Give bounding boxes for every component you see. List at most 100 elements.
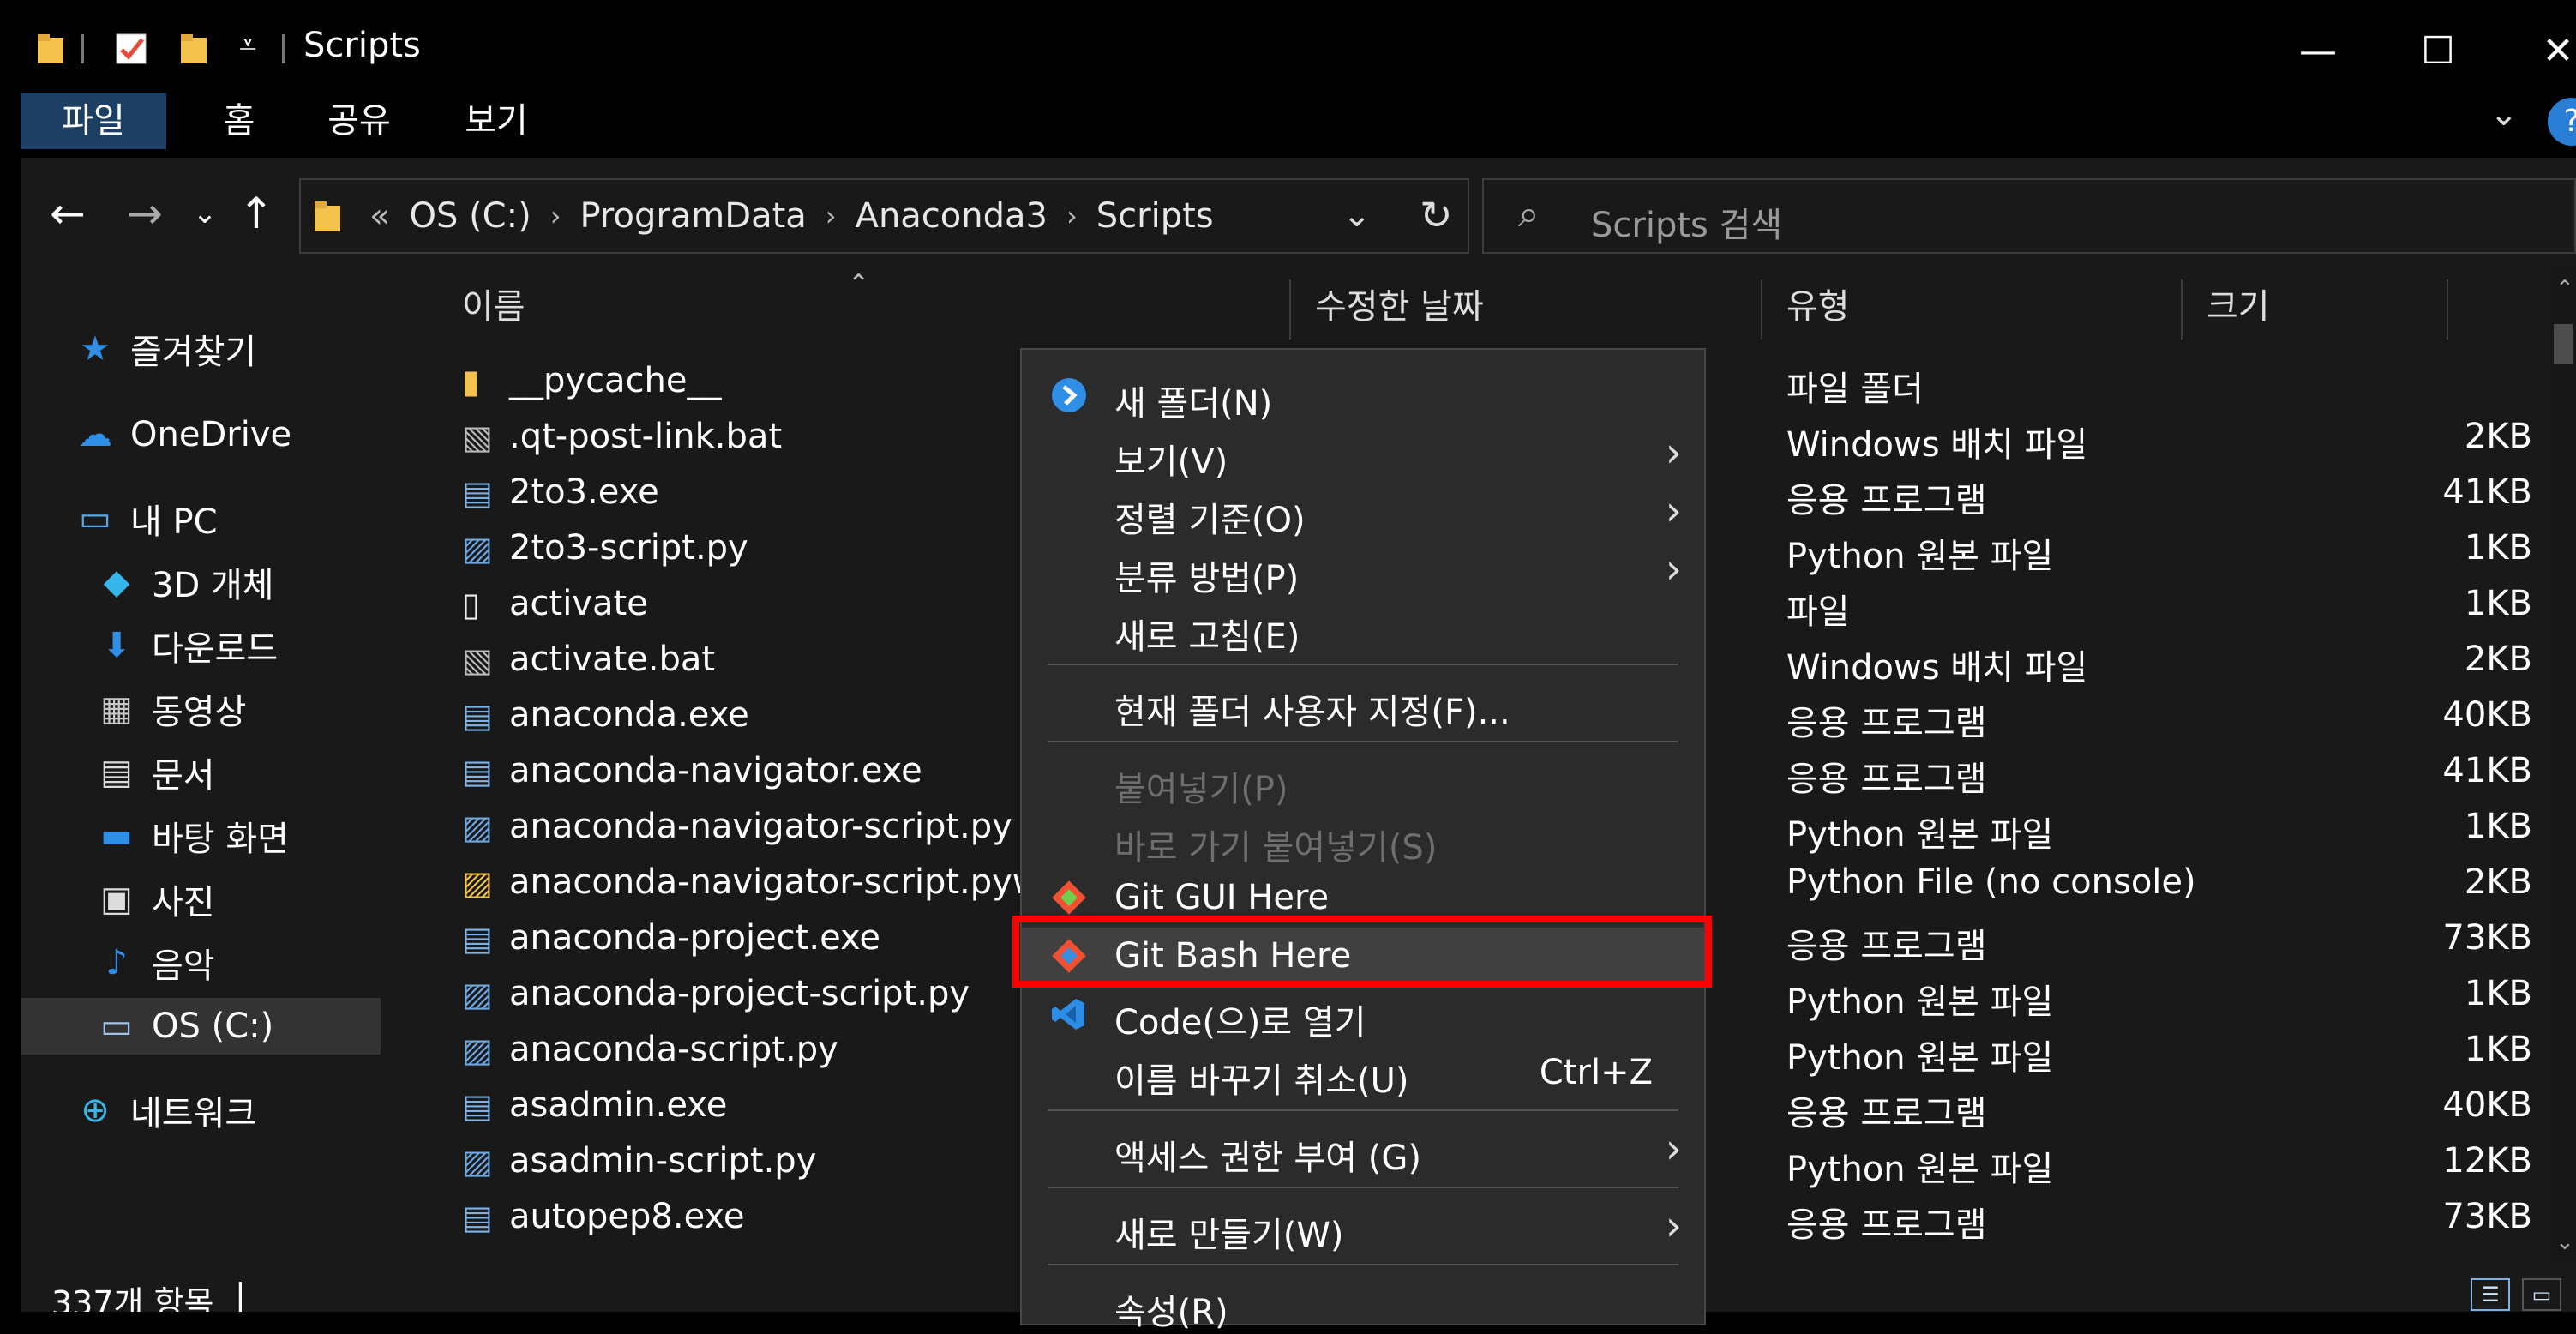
column-separator[interactable] [2181,279,2183,340]
submenu-arrow-icon: › [1665,1202,1682,1250]
sidebar-item-network[interactable]: ⊕ 네트워크 [72,1082,256,1139]
window-title: Scripts [303,26,421,65]
scroll-down-icon[interactable]: ⌄ [2555,1229,2574,1255]
search-box[interactable]: ⌕ Scripts 검색 [1482,178,2576,254]
exe-icon: ▤ [462,753,493,790]
menu-item-properties[interactable]: 속성(R) [1022,1276,1704,1332]
file-type: Windows 배치 파일 [1786,648,2088,688]
exe-icon: ▤ [462,697,493,735]
sidebar-item-3d-objects[interactable]: ◆ 3D 개체 [93,554,274,610]
breadcrumb-os-c[interactable]: OS (C:) [409,196,531,236]
sidebar-item-desktop[interactable]: ▬ 바탕 화면 [93,808,289,864]
breadcrumb-anaconda3[interactable]: Anaconda3 [856,196,1048,236]
menu-item-open-with-code[interactable]: Code(으)로 열기 [1022,986,1704,1043]
maximize-button[interactable]: ☐ [2387,21,2489,81]
large-icons-view-icon[interactable]: ▭ [2522,1278,2561,1311]
submenu-arrow-icon: › [1665,545,1682,593]
sidebar-item-documents[interactable]: ▤ 문서 [93,744,215,801]
submenu-arrow-icon: › [1665,429,1682,477]
properties-icon[interactable] [115,33,149,67]
sidebar-item-label: 다운로드 [152,629,279,669]
breadcrumb-overflow[interactable]: « [369,196,390,236]
drive-icon: ▭ [100,1007,133,1046]
column-separator[interactable] [2447,279,2448,340]
help-icon[interactable]: ? [2548,98,2576,146]
folder-icon: ▮ [462,363,480,400]
sidebar-item-videos[interactable]: ▦ 동영상 [93,681,246,737]
column-separator[interactable] [1289,279,1291,340]
vertical-scrollbar[interactable]: ⌃ ⌄ [2550,269,2576,1264]
python-file-icon: ▨ [462,1031,493,1069]
sidebar-item-quick-access[interactable]: ★ 즐겨찾기 [72,321,256,377]
file-name: asadmin.exe [509,1085,728,1125]
forward-button[interactable]: → [115,183,175,243]
item-count: 337개 항목 [51,1284,214,1312]
sidebar-item-downloads[interactable]: ⬇ 다운로드 [93,617,278,674]
menu-item-refresh[interactable]: 새로 고침(E) [1022,600,1704,657]
up-button[interactable]: ↑ [226,183,286,243]
breadcrumb-programdata[interactable]: ProgramData [580,196,807,236]
sidebar-item-label: 사진 [152,883,215,922]
scrollbar-thumb[interactable] [2554,324,2573,364]
computer-icon: ▭ [79,499,111,538]
menu-item-customize-folder[interactable]: 현재 폴더 사용자 지정(F)... [1022,676,1704,732]
file-name: anaconda-project.exe [509,918,881,958]
sidebar-item-pictures[interactable]: ▣ 사진 [93,871,215,928]
column-header-date[interactable]: 수정한 날짜 [1315,269,1484,338]
column-header-size[interactable]: 크기 [2207,269,2270,338]
tab-share[interactable]: 공유 [303,93,415,149]
breadcrumb-separator: › [825,200,837,232]
menu-item-new[interactable]: 새로 만들기(W) › [1022,1199,1704,1255]
sidebar-item-label: 동영상 [152,693,247,732]
close-button[interactable]: ✕ [2507,21,2576,81]
menu-item-group-by[interactable]: 분류 방법(P) › [1022,542,1704,598]
menu-item-give-access[interactable]: 액세스 권한 부여 (G) › [1022,1121,1704,1178]
tab-file[interactable]: 파일 [21,93,166,149]
navigation-toolbar: ← → ⌄ ↑ « OS (C:) › ProgramData › Anacon… [21,158,2576,269]
menu-shortcut: Ctrl+Z [1539,1053,1653,1092]
breadcrumb: « OS (C:) › ProgramData › Anaconda3 › Sc… [369,180,1214,252]
file-type: 응용 프로그램 [1786,704,1987,743]
sidebar-item-label: 즐겨찾기 [130,333,257,372]
refresh-icon[interactable]: ↻ [1420,192,1453,238]
menu-item-sort-by[interactable]: 정렬 기준(O) › [1022,484,1704,540]
file-name: .qt-post-link.bat [509,417,783,456]
folder-icon [38,34,63,63]
new-folder-icon[interactable] [179,33,210,65]
address-bar[interactable]: « OS (C:) › ProgramData › Anaconda3 › Sc… [299,178,1469,254]
file-size: 2KB [2464,417,2532,456]
file-type: Python 원본 파일 [1786,982,2054,1022]
sidebar-item-onedrive[interactable]: ☁ OneDrive [72,406,291,463]
pyw-file-icon: ▨ [462,864,493,902]
highlight-annotation-box [1012,916,1712,988]
tab-view[interactable]: 보기 [441,93,552,149]
sidebar-item-os-c[interactable]: ▭ OS (C:) [21,998,381,1055]
minimize-button[interactable]: — [2267,21,2369,81]
submenu-arrow-icon: › [1665,1125,1682,1173]
download-icon: ⬇ [102,626,131,665]
menu-separator [1048,1264,1678,1265]
column-header-name[interactable]: 이름 [462,269,525,338]
address-dropdown-icon[interactable]: ⌄ [1342,195,1372,235]
column-separator[interactable] [1761,279,1762,340]
menu-item-paste: 붙여넣기(P) [1022,753,1704,809]
tab-home[interactable]: 홈 [192,93,286,149]
file-name: activate [509,584,648,623]
back-button[interactable]: ← [38,183,98,243]
exe-icon: ▤ [462,1087,493,1125]
menu-item-label: 새로 고침(E) [1114,617,1300,657]
quick-access-dropdown-icon[interactable]: ⩡ [239,27,256,63]
sidebar-item-music[interactable]: ♪ 음악 [93,934,214,991]
menu-item-undo-rename[interactable]: 이름 바꾸기 취소(U) Ctrl+Z [1022,1044,1704,1101]
scroll-up-icon[interactable]: ⌃ [2555,276,2574,302]
menu-item-view[interactable]: 보기(V) › [1022,425,1704,482]
details-view-icon[interactable]: ☰ [2471,1278,2510,1311]
file-type: Windows 배치 파일 [1786,425,2088,465]
search-input[interactable]: Scripts 검색 [1591,197,1782,247]
column-header-type[interactable]: 유형 [1786,269,1850,338]
sidebar-item-this-pc[interactable]: ▭ 내 PC [72,490,217,547]
breadcrumb-scripts[interactable]: Scripts [1096,196,1214,236]
menu-item-label: Code(으)로 열기 [1114,1003,1366,1043]
menu-item-new-folder[interactable]: 새 폴더(N) [1022,367,1704,424]
ribbon-expand-icon[interactable]: ⌄ [2489,94,2519,134]
